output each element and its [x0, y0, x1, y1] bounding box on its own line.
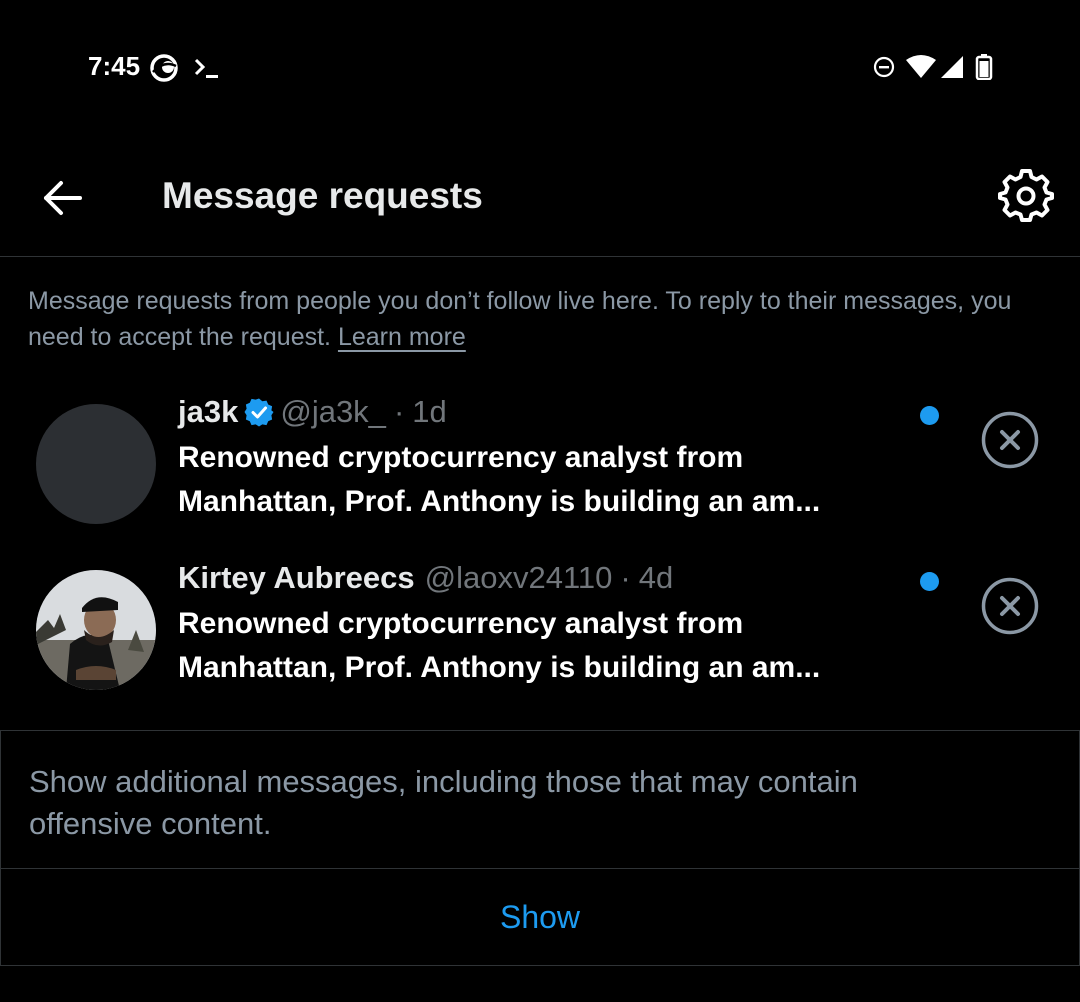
avatar[interactable] — [36, 404, 156, 524]
user-handle: @laoxv24110 — [424, 560, 613, 595]
message-requests-info: Message requests from people you don’t f… — [28, 283, 1048, 355]
do-not-disturb-icon — [873, 56, 895, 78]
display-name: ja3k — [178, 394, 239, 429]
settings-button[interactable] — [998, 168, 1054, 224]
app-notification-icon — [150, 54, 178, 82]
separator: · — [393, 394, 405, 429]
back-button[interactable] — [34, 170, 90, 226]
message-preview: Renowned cryptocurrency analyst from Man… — [178, 441, 821, 518]
conversation-header: Kirtey Aubreecs @laoxv24110 · 4d — [178, 558, 673, 598]
close-circle-icon — [981, 411, 1039, 469]
filtered-messages-text: Show additional messages, including thos… — [29, 764, 858, 841]
separator: · — [620, 560, 631, 595]
arrow-left-icon — [44, 181, 82, 215]
cellular-signal-icon — [941, 56, 963, 78]
user-handle: @ja3k_ — [280, 394, 386, 429]
terminal-icon — [194, 58, 218, 78]
conversation-item[interactable]: Kirtey Aubreecs @laoxv24110 · 4d Renowne… — [0, 552, 1080, 712]
gear-icon — [998, 169, 1054, 222]
dismiss-request-button[interactable] — [980, 410, 1040, 470]
message-preview: Renowned cryptocurrency analyst from Man… — [178, 607, 821, 684]
page-title: Message requests — [162, 175, 483, 216]
show-filtered-messages-button[interactable]: Show — [1, 869, 1079, 965]
profile-photo — [36, 570, 156, 690]
display-name: Kirtey Aubreecs — [178, 560, 415, 595]
top-app-bar: Message requests — [0, 132, 1080, 257]
dismiss-request-button[interactable] — [980, 576, 1040, 636]
verified-badge-icon — [244, 398, 274, 427]
timestamp: 1d — [412, 394, 447, 429]
close-circle-icon — [981, 577, 1039, 635]
wifi-icon — [906, 55, 936, 78]
conversation-item[interactable]: ja3k @ja3k_ · 1d Renowned cryptocurrency… — [0, 386, 1080, 546]
info-text: Message requests from people you don’t f… — [28, 287, 1012, 351]
learn-more-link[interactable]: Learn more — [338, 323, 466, 351]
battery-icon — [975, 54, 993, 80]
filtered-messages-panel: Show additional messages, including thos… — [0, 730, 1080, 966]
unread-indicator — [920, 406, 939, 425]
avatar[interactable] — [36, 570, 156, 690]
status-bar: 7:45 — [0, 0, 1080, 132]
timestamp: 4d — [638, 560, 674, 595]
conversation-header: ja3k @ja3k_ · 1d — [178, 392, 447, 432]
status-time: 7:45 — [88, 51, 141, 81]
unread-indicator — [920, 572, 939, 591]
